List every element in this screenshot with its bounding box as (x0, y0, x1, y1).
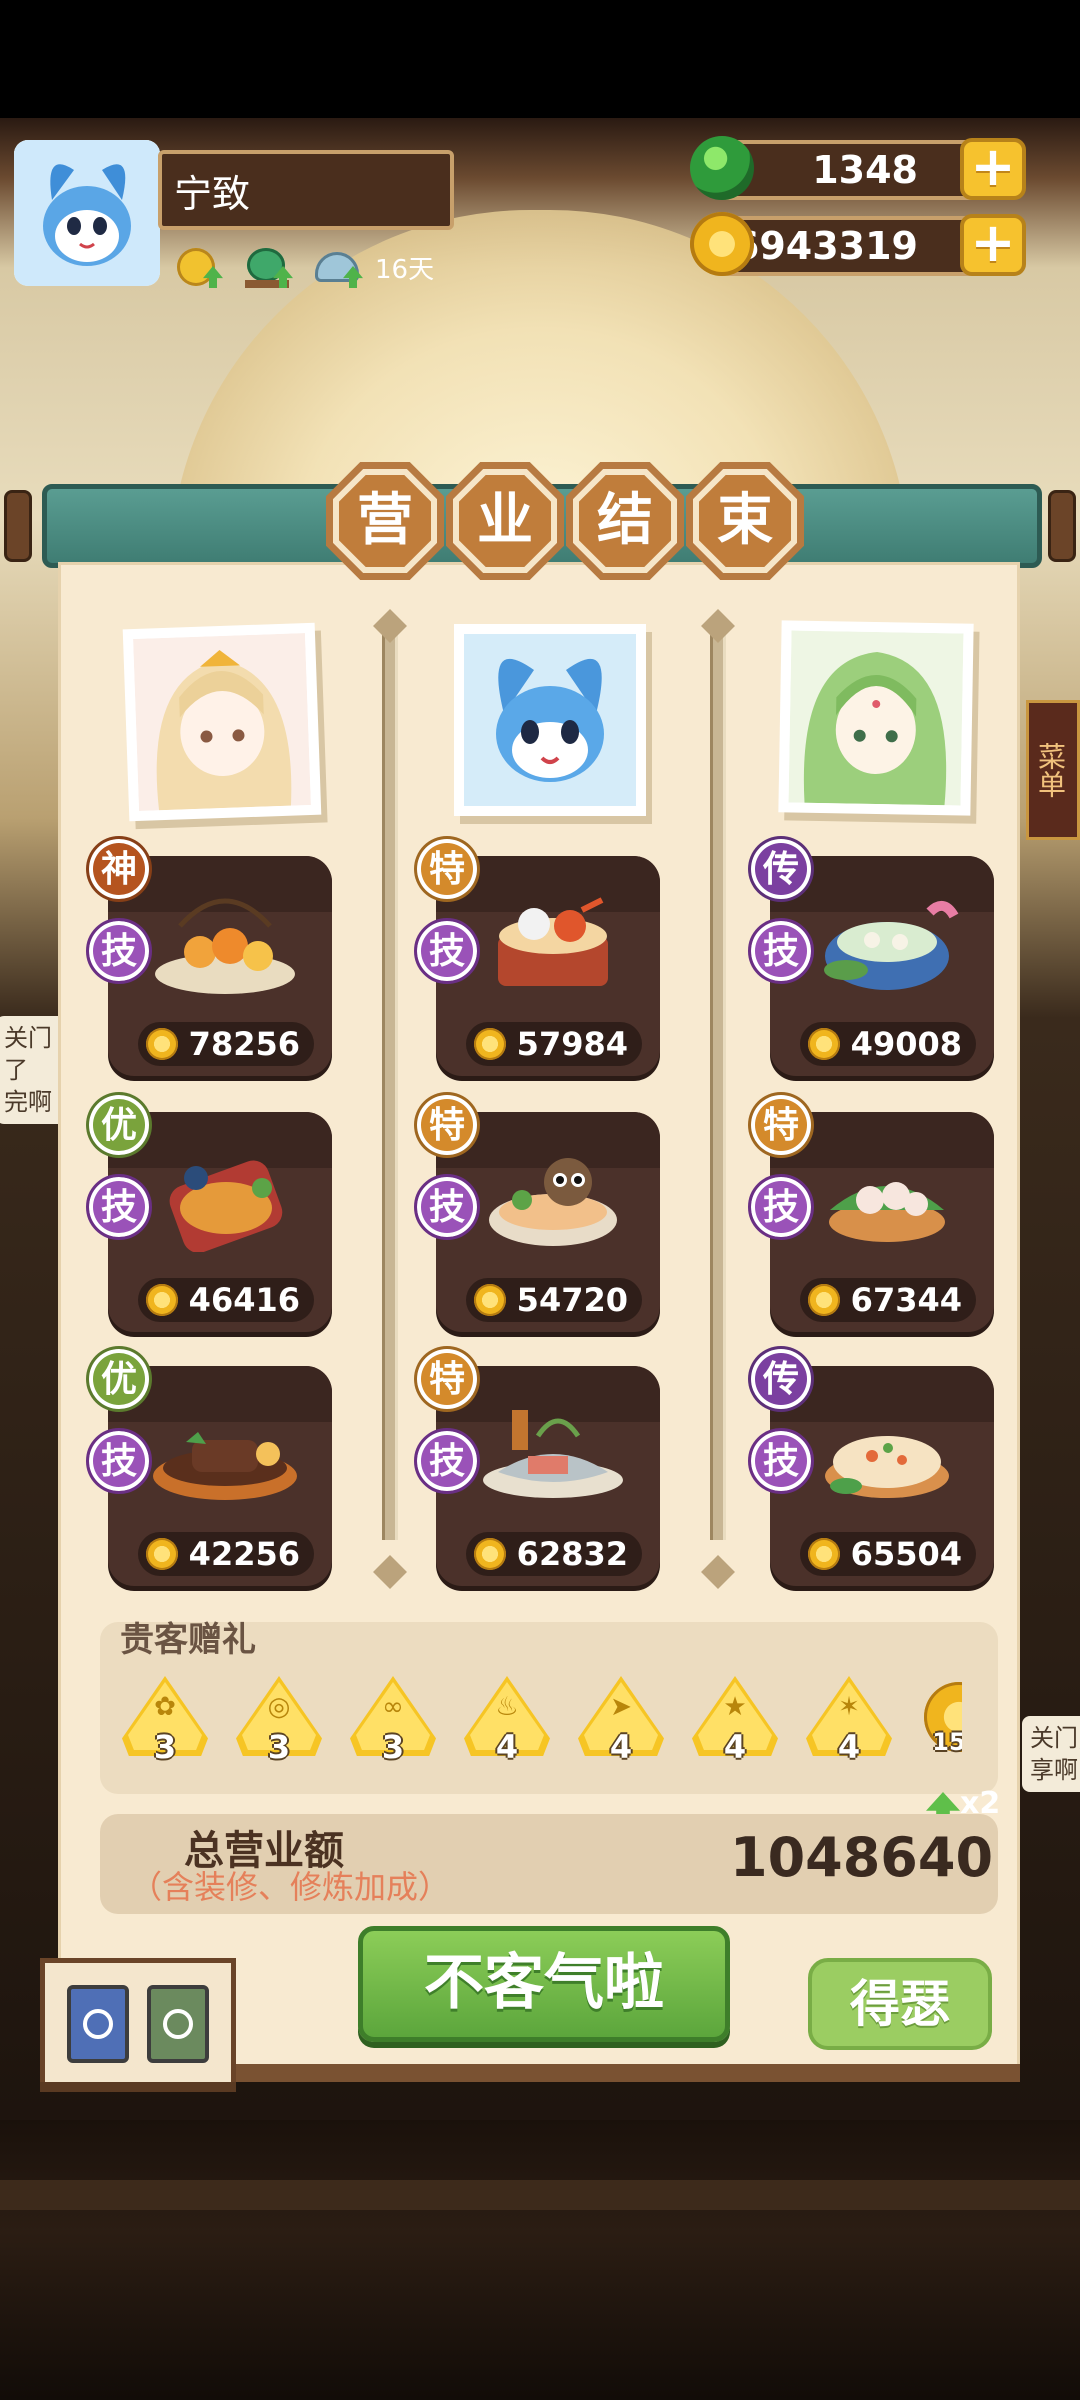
player-name: 宁致 (158, 150, 454, 230)
dish-boost-icon[interactable] (315, 244, 363, 290)
grade-badge: 特 (414, 836, 480, 902)
gift-item[interactable]: ✿ 3 (122, 1676, 208, 1766)
dish-price: 46416 (138, 1278, 314, 1322)
dish-price: 78256 (138, 1022, 314, 1066)
share-card-blue-icon[interactable] (67, 1985, 129, 2063)
title-char: 业 (459, 475, 551, 567)
show-off-button[interactable]: 得瑟 (808, 1958, 992, 2050)
column-divider (710, 620, 726, 1540)
avatar-portrait-icon (14, 140, 160, 286)
total-revenue-value: 1048640 (730, 1826, 994, 1889)
coin-icon (146, 1538, 178, 1570)
dish-price: 65504 (800, 1532, 976, 1576)
share-panel (40, 1958, 236, 2090)
share-card-green-icon[interactable] (147, 1985, 209, 2063)
total-revenue-note: （含装修、修炼加成） (130, 1868, 451, 1906)
fried-shrimp-dish-icon (155, 898, 295, 994)
gift-item[interactable]: ∞ 3 (350, 1676, 436, 1766)
skill-badge: 技 (414, 1428, 480, 1494)
coin-icon (474, 1028, 506, 1060)
scroll-roll-right (1048, 490, 1076, 562)
add-coin-button[interactable]: + (960, 214, 1026, 276)
roast-fish-dish-icon (169, 1160, 283, 1252)
skill-badge: 技 (414, 918, 480, 984)
coin-icon (474, 1284, 506, 1316)
gift-item[interactable]: ♨ 4 (464, 1676, 550, 1766)
dish-price: 67344 (800, 1278, 976, 1322)
grade-badge: 神 (86, 836, 152, 902)
player-avatar[interactable] (14, 140, 160, 286)
grade-badge: 优 (86, 1346, 152, 1412)
gift-item[interactable]: ✶ 4 (806, 1676, 892, 1766)
title-char: 结 (579, 475, 671, 567)
title-char: 束 (699, 475, 791, 567)
guest-portrait-3[interactable] (778, 620, 974, 816)
floor-shadow (0, 2120, 1080, 2400)
you-are-welcome-button[interactable]: 不客气啦 (358, 1926, 730, 2042)
skill-badge: 技 (86, 1174, 152, 1240)
menu-sign[interactable]: 菜单 (1026, 700, 1080, 840)
column-divider (382, 620, 398, 1540)
blue-rabbit-icon (464, 634, 636, 806)
skill-badge: 技 (748, 918, 814, 984)
speed-boost-icon[interactable] (245, 244, 293, 290)
scroll-roll-left (4, 490, 32, 562)
status-row: 16天 (175, 244, 434, 290)
grade-badge: 特 (414, 1346, 480, 1412)
coin-icon (808, 1538, 840, 1570)
title-char: 营 (339, 475, 431, 567)
skill-badge: 技 (86, 1428, 152, 1494)
coin-icon (690, 212, 754, 276)
sliced-fish-dish-icon (483, 1410, 623, 1498)
steak-dish-icon (153, 1432, 297, 1500)
right-speech-bubble: 关门, 享啊 (1022, 1716, 1080, 1792)
share-panel-base (40, 2082, 236, 2092)
dish-price: 57984 (466, 1022, 642, 1066)
dish-price: 42256 (138, 1532, 314, 1576)
jade-icon (690, 136, 754, 200)
page-title: 营 业 结 束 (326, 462, 804, 580)
lobster-box-dish-icon (498, 897, 608, 986)
skill-badge: 技 (414, 1174, 480, 1240)
grade-badge: 优 (86, 1092, 152, 1158)
blonde-girl-icon (133, 633, 311, 811)
dish-price: 62832 (466, 1532, 642, 1576)
gift-item[interactable]: ➤ 4 (578, 1676, 664, 1766)
green-hair-girl-icon (788, 630, 964, 806)
gift-section-title: 贵客赠礼 (120, 1620, 256, 1660)
skill-badge: 技 (748, 1174, 814, 1240)
baked-rice-dish-icon (825, 1436, 949, 1498)
dish-price: 54720 (466, 1278, 642, 1322)
floor-beam (0, 2180, 1080, 2210)
coin-icon (808, 1284, 840, 1316)
guest-portrait-1[interactable] (122, 622, 322, 822)
add-jade-button[interactable]: + (960, 138, 1026, 200)
coin-icon (146, 1284, 178, 1316)
grade-badge: 特 (748, 1092, 814, 1158)
gift-item[interactable]: ★ 4 (692, 1676, 778, 1766)
skill-badge: 技 (86, 918, 152, 984)
skill-badge: 技 (748, 1428, 814, 1494)
porcelain-soup-dish-icon (824, 901, 959, 990)
shrimp-dumpling-dish-icon (829, 1182, 945, 1242)
coin-boost-icon[interactable] (175, 244, 223, 290)
grade-badge: 传 (748, 836, 814, 902)
grade-badge: 特 (414, 1092, 480, 1158)
coin-icon (474, 1538, 506, 1570)
coin-icon (146, 1028, 178, 1060)
login-days: 16天 (375, 254, 435, 285)
gift-item[interactable]: ◎ 3 (236, 1676, 322, 1766)
gift-item[interactable]: 15 (920, 1676, 962, 1764)
raccoon-bowl-dish-icon (489, 1158, 617, 1246)
grade-badge: 传 (748, 1346, 814, 1412)
dish-price: 49008 (800, 1022, 976, 1066)
guest-portrait-2[interactable] (454, 624, 646, 816)
coin-icon (808, 1028, 840, 1060)
